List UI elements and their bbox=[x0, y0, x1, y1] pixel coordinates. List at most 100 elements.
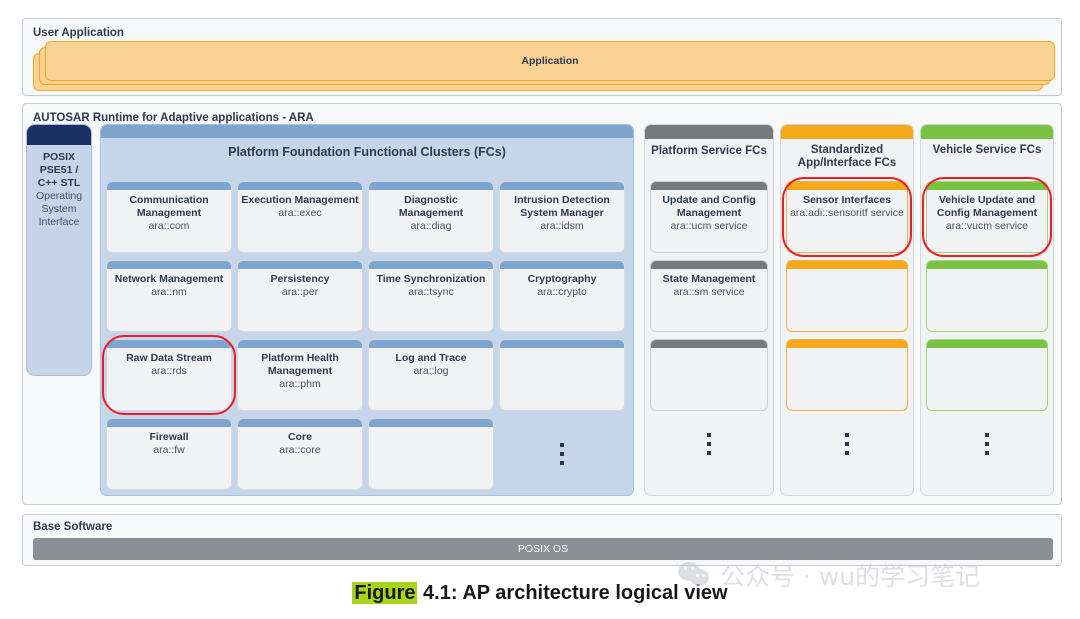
fc-cell-3[interactable]: Diagnostic Management ara::diag bbox=[368, 181, 494, 253]
ara-title: AUTOSAR Runtime for Adaptive application… bbox=[33, 112, 314, 124]
cell-header bbox=[927, 340, 1047, 348]
cell-body: Firewall ara::fw bbox=[109, 431, 229, 457]
vehicle-service-cell-3[interactable] bbox=[926, 339, 1048, 411]
cell-api: ara::crypto bbox=[537, 286, 587, 298]
posix-line-2: PSE51 / bbox=[39, 164, 79, 176]
platform-service-title: Platform Service FCs bbox=[651, 145, 767, 157]
posix-line-5: System bbox=[41, 203, 77, 215]
cell-body: State Management ara::sm service bbox=[653, 273, 765, 299]
platform-service-more-dots bbox=[650, 424, 768, 464]
cell-header bbox=[369, 419, 493, 427]
fc-cell-1[interactable]: Communication Management ara::com bbox=[106, 181, 232, 253]
fc-cell-8[interactable]: Cryptography ara::crypto bbox=[499, 260, 625, 332]
cell-body: Persistency ara::per bbox=[240, 273, 360, 299]
cell-header bbox=[369, 182, 493, 190]
cell-name: Communication Management bbox=[129, 194, 209, 219]
platform-foundation-column: Platform Foundation Functional Clusters … bbox=[100, 124, 634, 496]
fc-cell-13[interactable]: Firewall ara::fw bbox=[106, 418, 232, 490]
cell-header bbox=[238, 340, 362, 348]
standardized-app-more-dots bbox=[786, 424, 908, 464]
figure-caption-highlight: Figure bbox=[352, 582, 418, 604]
cell-body: Communication Management ara::com bbox=[109, 194, 229, 233]
vehicle-service-column: Vehicle Service FCs Vehicle Update and C… bbox=[920, 124, 1054, 496]
fc-cell-5[interactable]: Network Management ara::nm bbox=[106, 260, 232, 332]
standardized-app-cell-1[interactable]: Sensor Interfaces ara:adi::sensoritf serv… bbox=[786, 181, 908, 253]
user-application-panel: User Application Application bbox=[22, 18, 1062, 96]
cell-api: ara::ucm service bbox=[670, 220, 748, 232]
posix-os-label: POSIX OS bbox=[517, 543, 569, 555]
cell-name: Log and Trace bbox=[395, 352, 467, 364]
cell-body: Network Management ara::nm bbox=[109, 273, 229, 299]
fc-cell-6[interactable]: Persistency ara::per bbox=[237, 260, 363, 332]
cell-api: ara::sm service bbox=[673, 286, 745, 298]
cell-name: Update and Config Management bbox=[662, 194, 756, 219]
standardized-app-column: Standardized App/Interface FCs Sensor In… bbox=[780, 124, 914, 496]
platform-foundation-header bbox=[101, 125, 633, 138]
cell-api: ara:adi::sensoritf service bbox=[790, 207, 904, 219]
cell-name: Network Management bbox=[114, 273, 224, 285]
fc-cell-14[interactable]: Core ara::core bbox=[237, 418, 363, 490]
fc-cell-4[interactable]: Intrusion Detection System Manager ara::i… bbox=[499, 181, 625, 253]
base-software-title: Base Software bbox=[33, 521, 113, 533]
standardized-app-title: Standardized App/Interface FCs bbox=[785, 144, 909, 170]
cell-name: Raw Data Stream bbox=[126, 352, 212, 364]
application-stack: Application bbox=[33, 41, 1055, 91]
fc-cell-12[interactable] bbox=[499, 339, 625, 411]
cell-name: Persistency bbox=[270, 273, 330, 285]
vehicle-service-cell-1[interactable]: Vehicle Update and Config Management ara:… bbox=[926, 181, 1048, 253]
cell-api: ara::rds bbox=[151, 365, 187, 377]
posix-os-bar: POSIX OS bbox=[33, 538, 1053, 560]
cell-api: ara::core bbox=[279, 444, 321, 456]
platform-service-cell-1[interactable]: Update and Config Management ara::ucm ser… bbox=[650, 181, 768, 253]
cell-api: ara::exec bbox=[278, 207, 322, 219]
cell-body: Cryptography ara::crypto bbox=[502, 273, 622, 299]
posix-interface-text: POSIX PSE51 / C++ STL Operating System I… bbox=[29, 151, 89, 229]
fc-cell-15[interactable] bbox=[368, 418, 494, 490]
platform-service-stack: Update and Config Management ara::ucm ser… bbox=[650, 181, 768, 491]
cell-name: Sensor Interfaces bbox=[802, 194, 892, 206]
vehicle-service-stack: Vehicle Update and Config Management ara:… bbox=[922, 177, 1052, 491]
vehicle-service-title: Vehicle Service FCs bbox=[932, 144, 1042, 156]
platform-service-cell-2[interactable]: State Management ara::sm service bbox=[650, 260, 768, 332]
standardized-app-cell-3[interactable] bbox=[786, 339, 908, 411]
cell-body: Vehicle Update and Config Management ara:… bbox=[929, 194, 1045, 233]
cell-name: Firewall bbox=[149, 431, 189, 443]
cell-api: ara::diag bbox=[410, 220, 452, 232]
posix-column-header bbox=[27, 125, 91, 145]
platform-service-header bbox=[645, 125, 773, 139]
cell-name: Core bbox=[288, 431, 312, 443]
cell-header bbox=[787, 261, 907, 269]
cell-header bbox=[651, 261, 767, 269]
platform-foundation-grid: Communication Management ara::com Executio… bbox=[102, 181, 630, 491]
cell-header bbox=[238, 419, 362, 427]
standardized-app-cell-2[interactable] bbox=[786, 260, 908, 332]
cell-body: Sensor Interfaces ara:adi::sensoritf serv… bbox=[789, 194, 905, 220]
figure-caption: Figure 4.1: AP architecture logical view bbox=[0, 582, 1080, 605]
posix-line-6: Interface bbox=[38, 216, 80, 228]
posix-line-1: POSIX bbox=[42, 151, 76, 163]
standardized-app-title-line1: Standardized bbox=[810, 144, 884, 156]
cell-api: ara::log bbox=[413, 365, 449, 377]
cell-api: ara::com bbox=[148, 220, 190, 232]
fc-cell-10[interactable]: Platform Health Management ara::phm bbox=[237, 339, 363, 411]
vehicle-service-more-dots bbox=[926, 424, 1048, 464]
cell-header bbox=[238, 261, 362, 269]
cell-name: State Management bbox=[662, 273, 756, 285]
cell-header bbox=[927, 261, 1047, 269]
cell-name: Execution Management bbox=[241, 194, 359, 206]
cell-body: Platform Health Management ara::phm bbox=[240, 352, 360, 391]
cell-header bbox=[369, 261, 493, 269]
vehicle-service-cell-2[interactable] bbox=[926, 260, 1048, 332]
cell-body: Intrusion Detection System Manager ara::i… bbox=[502, 194, 622, 233]
fc-cell-7[interactable]: Time Synchronization ara::tsync bbox=[368, 260, 494, 332]
posix-line-4: Operating bbox=[35, 190, 83, 202]
platform-foundation-title: Platform Foundation Functional Clusters … bbox=[228, 145, 506, 159]
platform-service-cell-3[interactable] bbox=[650, 339, 768, 411]
fc-cell-11[interactable]: Log and Trace ara::log bbox=[368, 339, 494, 411]
fc-cell-2[interactable]: Execution Management ara::exec bbox=[237, 181, 363, 253]
cell-api: ara::per bbox=[281, 286, 319, 298]
cell-name: Intrusion Detection System Manager bbox=[514, 194, 610, 219]
fc-cell-9[interactable]: Raw Data Stream ara::rds bbox=[106, 339, 232, 411]
standardized-app-header bbox=[781, 125, 913, 139]
cell-header bbox=[500, 261, 624, 269]
